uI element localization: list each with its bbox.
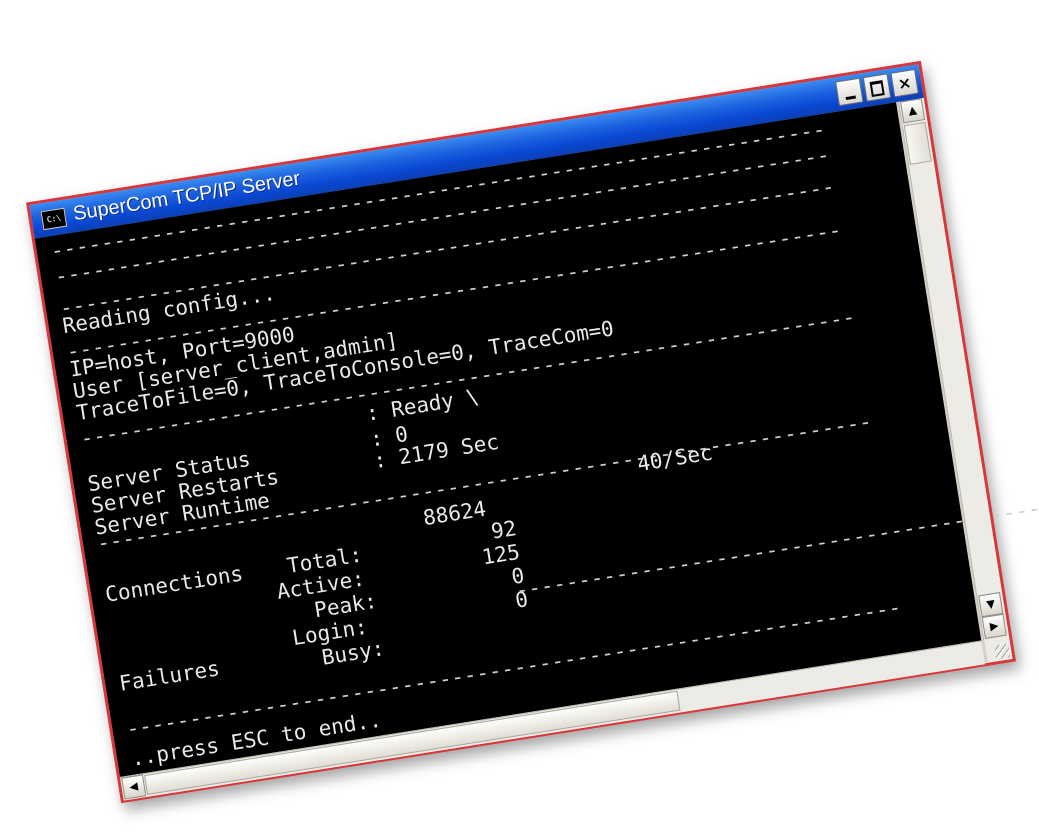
failures-group-label: Failures: [117, 656, 222, 696]
maximize-icon: [869, 80, 885, 97]
close-button[interactable]: ×: [890, 68, 919, 98]
scroll-up-button[interactable]: ▲: [899, 98, 926, 124]
connections-group-label: Connections: [103, 561, 245, 607]
arrow-up-icon: ▲: [907, 103, 918, 118]
maximize-button[interactable]: [862, 73, 892, 102]
close-icon: ×: [896, 72, 913, 94]
console-icon[interactable]: C:\: [40, 207, 68, 231]
scroll-left-button[interactable]: ◀: [121, 774, 147, 800]
screenshot-stage: C:\ SuperCom TCP/IP Server × -----------…: [0, 0, 1039, 838]
resize-corner[interactable]: [984, 636, 1013, 663]
arrow-down-icon: ▼: [985, 597, 996, 612]
arrow-left-icon: ◀: [128, 779, 139, 794]
console-window: C:\ SuperCom TCP/IP Server × -----------…: [26, 60, 1039, 804]
minimize-button[interactable]: [835, 77, 864, 107]
vertical-scroll-thumb[interactable]: [903, 121, 932, 165]
scroll-right-button[interactable]: ▶: [981, 613, 1007, 639]
minimize-icon: [845, 95, 856, 101]
resize-grip-icon[interactable]: [994, 643, 1011, 660]
arrow-right-icon: ▶: [988, 618, 1000, 633]
